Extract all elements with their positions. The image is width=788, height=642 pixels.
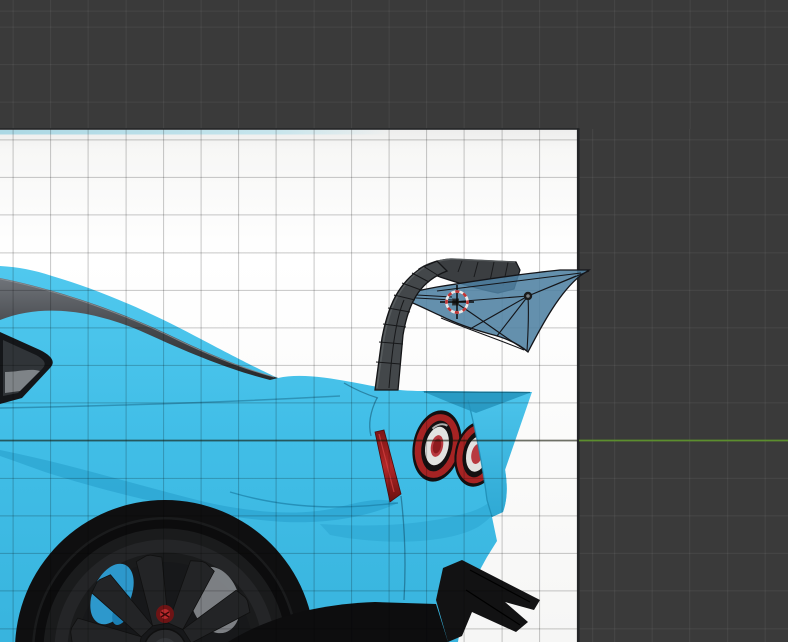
viewport-overlay <box>0 0 788 642</box>
image-top-border <box>0 128 579 130</box>
blender-3d-viewport[interactable] <box>0 0 788 642</box>
image-right-border <box>577 128 580 642</box>
mesh-spoiler-stand[interactable] <box>374 260 449 391</box>
mesh-wing[interactable] <box>0 0 592 354</box>
